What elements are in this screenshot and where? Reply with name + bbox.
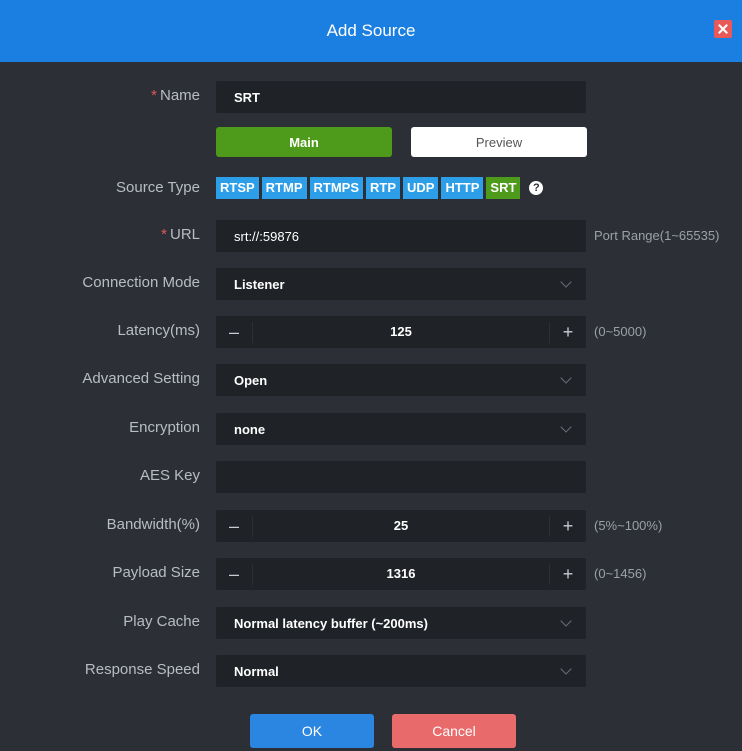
preview-button[interactable]: Preview (411, 127, 587, 157)
payload-size-decrement-button[interactable]: – (216, 563, 253, 585)
latency-label: Latency(ms) (117, 322, 200, 339)
connection-mode-value: Listener (234, 276, 285, 292)
cancel-button[interactable]: Cancel (392, 714, 516, 748)
add-source-dialog: Add Source * Name SRT Main Preview Source… (0, 0, 742, 751)
advanced-setting-label: Advanced Setting (82, 370, 200, 387)
ok-button[interactable]: OK (250, 714, 374, 748)
source-type-rtmp[interactable]: RTMP (261, 177, 307, 199)
latency-value[interactable]: 125 (253, 316, 549, 348)
play-cache-label: Play Cache (123, 613, 200, 630)
connection-mode-label: Connection Mode (82, 274, 200, 291)
payload-size-stepper: – 1316 + (216, 558, 586, 590)
dialog-title: Add Source (326, 21, 416, 40)
bandwidth-increment-button[interactable]: + (549, 515, 586, 537)
encryption-value: none (234, 421, 266, 437)
play-cache-value: Normal latency buffer (~200ms) (234, 615, 428, 631)
name-input[interactable]: SRT (216, 81, 586, 113)
latency-hint: (0~5000) (594, 324, 647, 339)
aes-key-label: AES Key (139, 467, 200, 484)
source-type-label: Source Type (116, 179, 200, 196)
source-type-udp[interactable]: UDP (403, 177, 439, 199)
required-mark: * (151, 87, 157, 104)
payload-size-increment-button[interactable]: + (549, 563, 586, 585)
response-speed-select[interactable]: Normal (216, 655, 586, 687)
source-type-rtmps[interactable]: RTMPS (309, 177, 364, 199)
source-type-http[interactable]: HTTP (441, 177, 484, 199)
latency-stepper: – 125 + (216, 316, 586, 348)
source-type-srt[interactable]: SRT (486, 177, 521, 199)
encryption-select[interactable]: none (216, 413, 586, 445)
name-label: * Name (151, 87, 200, 104)
response-speed-label: Response Speed (84, 661, 200, 678)
bandwidth-decrement-button[interactable]: – (216, 515, 253, 537)
payload-size-value[interactable]: 1316 (253, 558, 549, 590)
response-speed-value: Normal (234, 663, 279, 679)
dialog-titlebar: Add Source (0, 0, 742, 62)
source-type-rtp[interactable]: RTP (366, 177, 401, 199)
latency-increment-button[interactable]: + (549, 321, 586, 343)
bandwidth-value[interactable]: 25 (253, 510, 549, 542)
play-cache-select[interactable]: Normal latency buffer (~200ms) (216, 607, 586, 639)
source-type-selector: RTSP RTMP RTMPS RTP UDP HTTP SRT ? (216, 177, 544, 199)
url-hint: Port Range(1~65535) (594, 228, 720, 243)
latency-decrement-button[interactable]: – (216, 321, 253, 343)
advanced-setting-select[interactable]: Open (216, 364, 586, 396)
connection-mode-select[interactable]: Listener (216, 268, 586, 300)
close-icon[interactable] (714, 20, 732, 38)
bandwidth-hint: (5%~100%) (594, 518, 663, 533)
name-value: SRT (234, 89, 260, 105)
source-type-rtsp[interactable]: RTSP (216, 177, 259, 199)
payload-size-hint: (0~1456) (594, 566, 647, 581)
main-button[interactable]: Main (216, 127, 392, 157)
aes-key-input[interactable] (216, 461, 586, 493)
bandwidth-label: Bandwidth(%) (106, 516, 200, 533)
payload-size-label: Payload Size (112, 564, 200, 581)
advanced-setting-value: Open (234, 372, 268, 388)
url-input[interactable]: srt://:59876 (216, 220, 586, 252)
url-label: * URL (161, 226, 200, 243)
bandwidth-stepper: – 25 + (216, 510, 586, 542)
encryption-label: Encryption (129, 419, 200, 436)
help-icon[interactable]: ? (529, 181, 544, 195)
url-value: srt://:59876 (234, 228, 300, 244)
